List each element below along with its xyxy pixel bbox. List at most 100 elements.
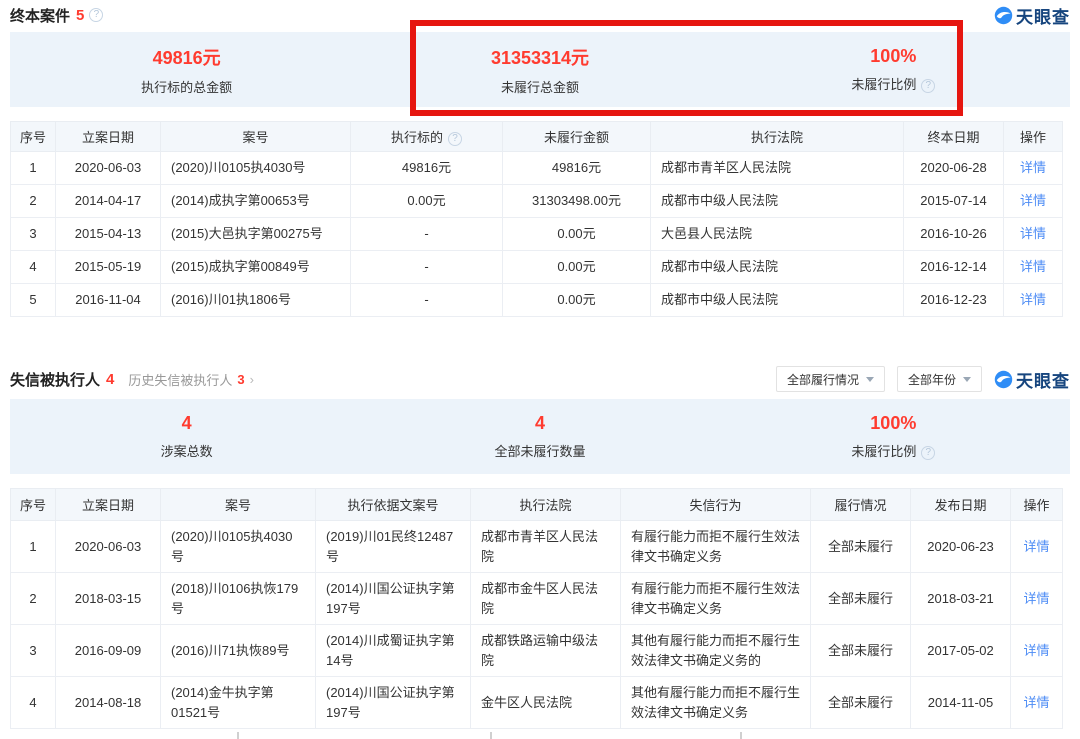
table-cell: 1	[11, 152, 56, 185]
action-cell: 详情	[1004, 284, 1063, 317]
table-cell: 2016-12-23	[904, 284, 1004, 317]
column-header: 履行情况	[811, 489, 911, 521]
column-header: 执行法院	[471, 489, 621, 521]
column-header: 执行依据文案号	[316, 489, 471, 521]
action-cell: 详情	[1004, 152, 1063, 185]
tianyancha-wave-icon	[994, 6, 1013, 25]
table-cell: 1	[11, 521, 56, 573]
table-cell: 0.00元	[503, 218, 651, 251]
table-cell: 全部未履行	[811, 521, 911, 573]
table-cell: 2017-05-02	[911, 625, 1011, 677]
table-cell: (2014)川成蜀证执字第14号	[316, 625, 471, 677]
tianyancha-logo: 天眼查	[994, 3, 1070, 28]
column-header: 序号	[11, 489, 56, 521]
stat-label: 涉案总数	[10, 441, 363, 460]
table-cell: (2014)成执字第00653号	[161, 185, 351, 218]
table-cell: 2020-06-03	[56, 152, 161, 185]
help-icon[interactable]: ?	[89, 8, 103, 22]
table-cell: 2016-09-09	[56, 625, 161, 677]
year-filter-dropdown[interactable]: 全部年份	[897, 366, 982, 392]
table-cell: 0.00元	[503, 284, 651, 317]
table-cell: 2	[11, 185, 56, 218]
table-cell: 0.00元	[351, 185, 503, 218]
detail-link[interactable]: 详情	[1023, 591, 1049, 606]
shixin-table: 序号立案日期案号执行依据文案号执行法院失信行为履行情况发布日期操作12020-0…	[10, 488, 1063, 729]
column-header: 案号	[161, 122, 351, 152]
table-row: 12020-06-03(2020)川0105执4030号49816元49816元…	[11, 152, 1063, 185]
summary-stat: 100%未履行比例?	[717, 46, 1070, 93]
shixin-section-header: 失信被执行人 4 历史失信被执行人 3 › 全部履行情况 全部年份 天眼查	[10, 367, 1070, 391]
column-header: 案号	[161, 489, 316, 521]
table-cell: 2018-03-15	[56, 573, 161, 625]
table-cell: 2020-06-28	[904, 152, 1004, 185]
performance-filter-dropdown[interactable]: 全部履行情况	[776, 366, 885, 392]
table-cell: 其他有履行能力而拒不履行生效法律文书确定义务	[621, 677, 811, 729]
table-cell: -	[351, 284, 503, 317]
year-filter-label: 全部年份	[908, 371, 956, 388]
table-cell: (2015)成执字第00849号	[161, 251, 351, 284]
detail-link[interactable]: 详情	[1020, 292, 1046, 307]
table-cell: 3	[11, 625, 56, 677]
stat-label: 执行标的总金额	[10, 77, 363, 96]
table-cell: 2020-06-03	[56, 521, 161, 573]
performance-filter-label: 全部履行情况	[787, 371, 859, 388]
table-row: 42014-08-18(2014)金牛执字第01521号(2014)川国公证执字…	[11, 677, 1063, 729]
column-header: 未履行金额	[503, 122, 651, 152]
divider-tick	[237, 732, 239, 739]
chevron-down-icon	[963, 377, 971, 382]
table-cell: 大邑县人民法院	[651, 218, 904, 251]
action-cell: 详情	[1011, 677, 1063, 729]
chevron-down-icon	[866, 377, 874, 382]
stat-value: 100%	[717, 46, 1070, 67]
detail-link[interactable]: 详情	[1020, 160, 1046, 175]
history-shixin-label: 历史失信被执行人	[128, 370, 232, 389]
column-header: 执行法院	[651, 122, 904, 152]
table-cell: 成都市青羊区人民法院	[651, 152, 904, 185]
detail-link[interactable]: 详情	[1020, 259, 1046, 274]
table-cell: 2020-06-23	[911, 521, 1011, 573]
table-cell: (2020)川0105执4030号	[161, 521, 316, 573]
chevron-right-icon: ›	[250, 372, 254, 387]
table-row: 12020-06-03(2020)川0105执4030号(2019)川01民终1…	[11, 521, 1063, 573]
help-icon[interactable]: ?	[921, 446, 935, 460]
table-cell: 成都市金牛区人民法院	[471, 573, 621, 625]
summary-stat: 31353314元未履行总金额	[363, 44, 716, 96]
stat-value: 49816元	[10, 44, 363, 70]
column-header: 操作	[1004, 122, 1063, 152]
table-cell: 有履行能力而拒不履行生效法律文书确定义务	[621, 521, 811, 573]
table-cell: 成都市中级人民法院	[651, 251, 904, 284]
stat-label: 全部未履行数量	[363, 441, 716, 460]
history-shixin-link[interactable]: 历史失信被执行人 3 ›	[128, 370, 254, 389]
detail-link[interactable]: 详情	[1020, 226, 1046, 241]
stat-value: 4	[10, 413, 363, 434]
table-cell: (2015)大邑执字第00275号	[161, 218, 351, 251]
table-row: 52016-11-04(2016)川01执1806号-0.00元成都市中级人民法…	[11, 284, 1063, 317]
help-icon[interactable]: ?	[448, 132, 462, 146]
table-cell: (2014)金牛执字第01521号	[161, 677, 316, 729]
stat-label: 未履行比例?	[717, 441, 1070, 460]
table-cell: 2014-11-05	[911, 677, 1011, 729]
action-cell: 详情	[1011, 573, 1063, 625]
zhongben-case-table: 序号立案日期案号执行标的?未履行金额执行法院终本日期操作12020-06-03(…	[10, 121, 1063, 317]
help-icon[interactable]: ?	[921, 79, 935, 93]
table-cell: (2018)川0106执恢179号	[161, 573, 316, 625]
detail-link[interactable]: 详情	[1023, 695, 1049, 710]
zhongben-count-badge: 5	[76, 7, 84, 24]
divider-tick	[740, 732, 742, 739]
table-cell: -	[351, 218, 503, 251]
detail-link[interactable]: 详情	[1023, 539, 1049, 554]
detail-link[interactable]: 详情	[1020, 193, 1046, 208]
table-cell: 31303498.00元	[503, 185, 651, 218]
table-cell: 49816元	[351, 152, 503, 185]
table-cell: (2020)川0105执4030号	[161, 152, 351, 185]
table-cell: 全部未履行	[811, 573, 911, 625]
table-cell: 其他有履行能力而拒不履行生效法律文书确定义务的	[621, 625, 811, 677]
shixin-summary-banner: 4涉案总数4全部未履行数量100%未履行比例?	[10, 399, 1070, 474]
table-cell: 4	[11, 677, 56, 729]
detail-link[interactable]: 详情	[1023, 643, 1049, 658]
summary-stat: 100%未履行比例?	[717, 413, 1070, 460]
column-header: 立案日期	[56, 489, 161, 521]
table-cell: 成都市青羊区人民法院	[471, 521, 621, 573]
column-header: 立案日期	[56, 122, 161, 152]
table-cell: 4	[11, 251, 56, 284]
